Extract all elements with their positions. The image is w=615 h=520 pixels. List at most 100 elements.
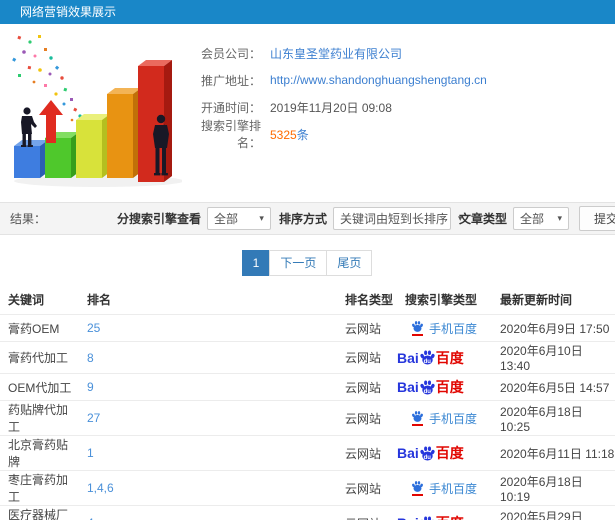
seo-rank-value[interactable]: 5325条	[270, 126, 309, 143]
baidu-paw-icon: du	[419, 349, 436, 366]
baidu-logo-cn-text: 百度	[436, 513, 464, 520]
table-header-row: 关键词 排名 排名类型 搜索引擎类型 最新更新时间	[0, 285, 615, 315]
submit-button[interactable]: 提交	[578, 206, 615, 231]
engine-filter-label: 分搜索引擎查看	[116, 212, 201, 226]
baidu-logo-bai-text: Bai	[397, 445, 419, 461]
rank-type-cell: 云网站	[337, 470, 397, 506]
open-time-value: 2019年11月20日 09:08	[270, 100, 392, 115]
engine-filter-value: 全部	[213, 212, 238, 226]
member-company-value[interactable]: 山东皇圣堂药业有限公司	[270, 45, 402, 62]
baidu-paw-icon: du	[419, 445, 436, 462]
engine-type-cell: Bai du 百度 手机百度	[397, 505, 492, 520]
article-type-select[interactable]: 全部 ▾	[512, 207, 569, 230]
updated-time-cell: 2020年6月11日 11:18	[492, 435, 615, 471]
keyword-cell: OEM代加工	[0, 373, 79, 401]
promo-url-value[interactable]: http://www.shandonghuangshengtang.cn	[270, 73, 487, 87]
mobile-baidu-paw-icon	[411, 410, 424, 426]
baidu-logo-bai-text: Bai	[397, 515, 419, 520]
updated-time-cell: 2020年6月18日 10:25	[492, 400, 615, 436]
mobile-baidu-label: 手机百度	[429, 411, 478, 426]
mobile-baidu-logo: 手机百度	[397, 320, 477, 337]
baidu-logo-cn-text: 百度	[435, 349, 464, 366]
rank-type-cell: 云网站	[337, 341, 397, 374]
baidu-logo-du-text: du	[423, 388, 431, 395]
bar-orange	[107, 88, 141, 178]
mobile-baidu-logo: 手机百度	[397, 480, 477, 497]
keyword-cell: 膏药OEM	[0, 314, 79, 342]
field-member-company: 会员公司： 山东皇圣堂药业有限公司	[185, 40, 615, 66]
keyword-cell: 枣庄膏药加工	[0, 470, 79, 506]
rank-cell[interactable]: 27	[79, 400, 337, 436]
member-info-fields: 会员公司： 山东皇圣堂药业有限公司 推广地址： http://www.shand…	[185, 30, 615, 196]
member-company-label: 会员公司：	[200, 46, 261, 61]
baidu-logo-cn-text: 百度	[435, 379, 464, 395]
filter-controls: 分搜索引擎查看 全部 ▾ 排序方式 关键词由短到长排序 ▾ 文章类型 全部 ▾ …	[109, 206, 615, 231]
engine-type-cell: Bai du 百度 手机百度	[397, 435, 492, 471]
baidu-logo: Bai du 百度	[397, 513, 464, 520]
page-title: 网络营销效果展示	[20, 5, 117, 19]
rank-cell[interactable]: 25	[79, 314, 337, 342]
rank-cell[interactable]: 1,4,6	[79, 470, 337, 506]
field-promo-url: 推广地址： http://www.shandonghuangshengtang.…	[185, 67, 615, 93]
seo-rank-label: 搜索引擎排名：	[200, 119, 261, 150]
updated-time-cell: 2020年6月10日 13:40	[492, 341, 615, 374]
header-rank-type: 排名类型	[345, 293, 394, 307]
sort-filter-value: 关键词由短到长排序	[339, 212, 448, 226]
updated-time-cell: 2020年6月9日 17:50	[492, 314, 615, 342]
rank-type-cell: 云网站	[337, 314, 397, 342]
rank-type-cell: 云网站	[337, 400, 397, 436]
sort-filter-label: 排序方式	[278, 212, 327, 226]
rank-cell[interactable]: 8	[79, 341, 337, 374]
rank-type-cell: 云网站	[337, 373, 397, 401]
bar-yellow	[76, 114, 110, 178]
baidu-logo-bai-text: Bai	[397, 379, 419, 395]
header-keyword: 关键词	[8, 293, 45, 307]
seo-rank-number: 5325	[270, 127, 297, 142]
promo-bar-chart-image	[0, 30, 185, 190]
keyword-cell: 北京膏药贴牌	[0, 435, 79, 471]
updated-time-cell: 2020年5月29日 10:32	[492, 505, 615, 520]
article-type-value: 全部	[519, 212, 544, 226]
table-row: 膏药代加工 8 云网站 Bai du 百度 手机百度 2020年6月10日 13…	[0, 341, 615, 374]
3d-bar-chart-illustration	[12, 35, 182, 187]
rank-cell[interactable]: 9	[79, 373, 337, 401]
member-info-section: 会员公司： 山东皇圣堂药业有限公司 推广地址： http://www.shand…	[0, 24, 615, 196]
table-row: OEM代加工 9 云网站 Bai du 百度 手机百度 2020年6月5日 14…	[0, 373, 615, 401]
mobile-baidu-label: 手机百度	[429, 321, 478, 336]
baidu-logo: Bai du 百度	[397, 377, 464, 397]
mobile-baidu-paw-icon	[411, 480, 424, 496]
rank-type-cell: 云网站	[337, 505, 397, 520]
table-row: 药贴牌代加工 27 云网站 Bai du 百度 手机百度 2020年6月18日 …	[0, 400, 615, 436]
engine-type-cell: Bai du 百度 手机百度	[397, 373, 492, 401]
promo-url-label: 推广地址：	[200, 73, 261, 88]
engine-filter-select[interactable]: 全部 ▾	[206, 207, 271, 230]
table-row: 北京膏药贴牌 1 云网站 Bai du 百度 手机百度 2020年6月11日 1…	[0, 435, 615, 471]
rank-cell[interactable]: 1	[79, 435, 337, 471]
header-engine-type: 搜索引擎类型	[405, 293, 478, 307]
mobile-baidu-label: 手机百度	[429, 481, 478, 496]
baidu-logo: Bai du 百度	[397, 348, 464, 368]
next-page-button[interactable]: 下一页	[269, 250, 328, 276]
engine-type-cell: Bai du 百度 手机百度	[397, 470, 492, 506]
last-page-button[interactable]: 尾页	[326, 250, 373, 276]
page-header: 网络营销效果展示	[0, 0, 615, 24]
sort-filter-select[interactable]: 关键词由短到长排序 ▾	[332, 207, 463, 230]
baidu-paw-icon: du	[419, 379, 436, 396]
engine-type-cell: Bai du 百度 手机百度	[397, 314, 492, 342]
filter-bar: 结果： 分搜索引擎查看 全部 ▾ 排序方式 关键词由短到长排序 ▾ 文章类型 全…	[0, 202, 615, 235]
header-rank: 排名	[87, 293, 112, 307]
updated-time-cell: 2020年6月18日 10:19	[492, 470, 615, 506]
header-updated: 最新更新时间	[500, 293, 573, 307]
bar-red	[138, 60, 172, 182]
pagination: 1 下一页 尾页	[0, 250, 615, 276]
table-row: 膏药OEM 25 云网站 Bai du 百度 手机百度 2020年6月9日 17…	[0, 314, 615, 342]
rank-cell[interactable]: 4	[79, 505, 337, 520]
chevron-down-icon: ▾	[259, 213, 264, 223]
table-row: 枣庄膏药加工 1,4,6 云网站 Bai du 百度 手机百度 2020年6月1…	[0, 470, 615, 506]
page-number-current[interactable]: 1	[241, 250, 271, 276]
keyword-cell: 药贴牌代加工	[0, 400, 79, 436]
chevron-down-icon: ▾	[557, 213, 562, 223]
baidu-logo-cn-text: 百度	[435, 445, 464, 461]
paw-underline	[412, 494, 423, 496]
paw-underline	[412, 424, 423, 426]
